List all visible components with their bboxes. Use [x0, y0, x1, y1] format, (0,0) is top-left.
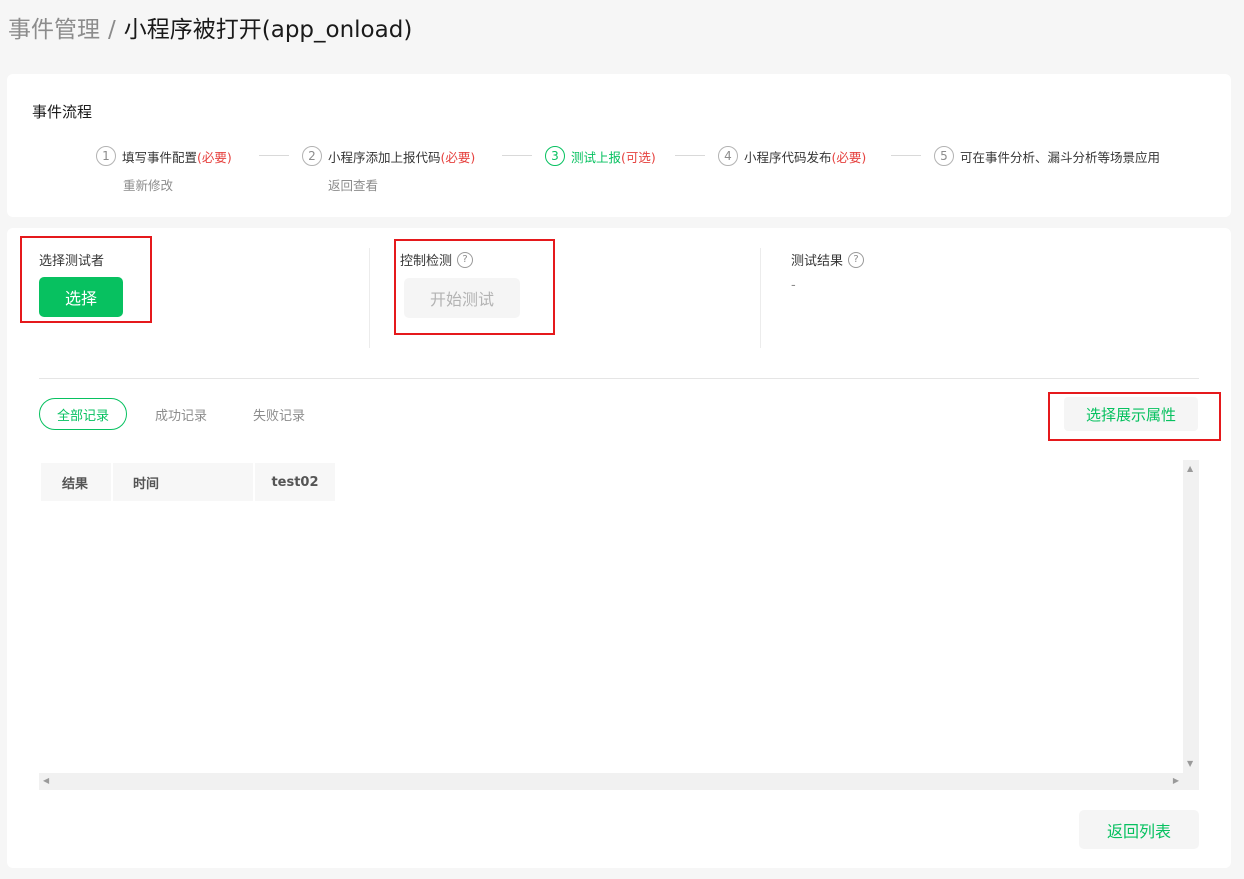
test-result-label: 测试结果 ? — [791, 250, 865, 269]
breadcrumb-parent-link[interactable]: 事件管理 — [8, 17, 100, 43]
step-number-3: 3 — [545, 146, 565, 166]
breadcrumb-separator: / — [108, 17, 116, 43]
step-number-2: 2 — [302, 146, 322, 166]
section-divider — [39, 378, 1199, 379]
step-number-5: 5 — [934, 146, 954, 166]
test-card: 选择测试者 选择 控制检测 ? 开始测试 测试结果 ? - 全部记录 成功记录 … — [7, 228, 1231, 868]
step-tag-1: (必要) — [197, 149, 232, 165]
question-circle-icon[interactable]: ? — [848, 251, 865, 268]
step-label-4: 小程序代码发布 — [744, 149, 832, 165]
column-divider — [369, 248, 370, 348]
step-label-5: 可在事件分析、漏斗分析等场景应用 — [960, 149, 1161, 165]
step-number-1: 1 — [96, 146, 116, 166]
column-divider — [760, 248, 761, 348]
highlight-box-tester — [20, 236, 152, 323]
flow-step-5: 5 可在事件分析、漏斗分析等场景应用 — [934, 146, 1160, 166]
tab-failed-records[interactable]: 失败记录 — [245, 398, 313, 430]
step-connector — [891, 155, 921, 156]
arrow-right-icon[interactable]: ▶ — [1173, 776, 1179, 786]
step-1-edit-link[interactable]: 重新修改 — [123, 175, 173, 194]
event-flow-title: 事件流程 — [32, 103, 93, 121]
step-tag-4: (必要) — [831, 149, 867, 165]
highlight-box-control — [394, 239, 555, 335]
flow-step-2: 2 小程序添加上报代码 (必要) — [302, 146, 475, 166]
step-connector — [259, 155, 289, 156]
records-table: 结果 时间 test02 ▲ ▼ ◀ ▶ — [39, 460, 1199, 790]
step-2-view-link[interactable]: 返回查看 — [328, 175, 378, 194]
highlight-box-attributes — [1048, 392, 1221, 441]
horizontal-scrollbar[interactable]: ◀ ▶ — [39, 773, 1199, 790]
flow-step-3: 3 测试上报 (可选) — [545, 146, 656, 166]
page-title: 小程序被打开(app_onload) — [123, 17, 413, 43]
vertical-scrollbar[interactable]: ▲ ▼ — [1183, 460, 1199, 773]
step-tag-3: (可选) — [621, 149, 656, 165]
back-to-list-button[interactable]: 返回列表 — [1079, 810, 1199, 849]
test-result-value: - — [791, 278, 796, 293]
arrow-down-icon[interactable]: ▼ — [1187, 759, 1193, 769]
arrow-up-icon[interactable]: ▲ — [1187, 464, 1193, 474]
test-result-label-text: 测试结果 — [791, 254, 844, 269]
step-connector — [675, 155, 705, 156]
step-label-1: 填写事件配置 — [122, 149, 198, 165]
column-header-result: 结果 — [41, 463, 111, 501]
flow-step-4: 4 小程序代码发布 (必要) — [718, 146, 866, 166]
column-header-test02: test02 — [255, 463, 335, 501]
tab-success-records[interactable]: 成功记录 — [147, 398, 215, 430]
event-flow-card: 事件流程 1 填写事件配置 (必要) 2 小程序添加上报代码 (必要) 3 测试上… — [7, 74, 1231, 217]
arrow-left-icon[interactable]: ◀ — [43, 776, 49, 786]
tab-all-records[interactable]: 全部记录 — [39, 398, 127, 430]
column-header-time: 时间 — [113, 463, 253, 501]
step-tag-2: (必要) — [440, 149, 476, 165]
step-label-3: 测试上报 — [571, 149, 622, 165]
flow-step-1: 1 填写事件配置 (必要) — [96, 146, 232, 166]
breadcrumb: 事件管理 / 小程序被打开(app_onload) — [8, 14, 412, 46]
step-number-4: 4 — [718, 146, 738, 166]
step-label-2: 小程序添加上报代码 — [328, 149, 441, 165]
step-connector — [502, 155, 532, 156]
